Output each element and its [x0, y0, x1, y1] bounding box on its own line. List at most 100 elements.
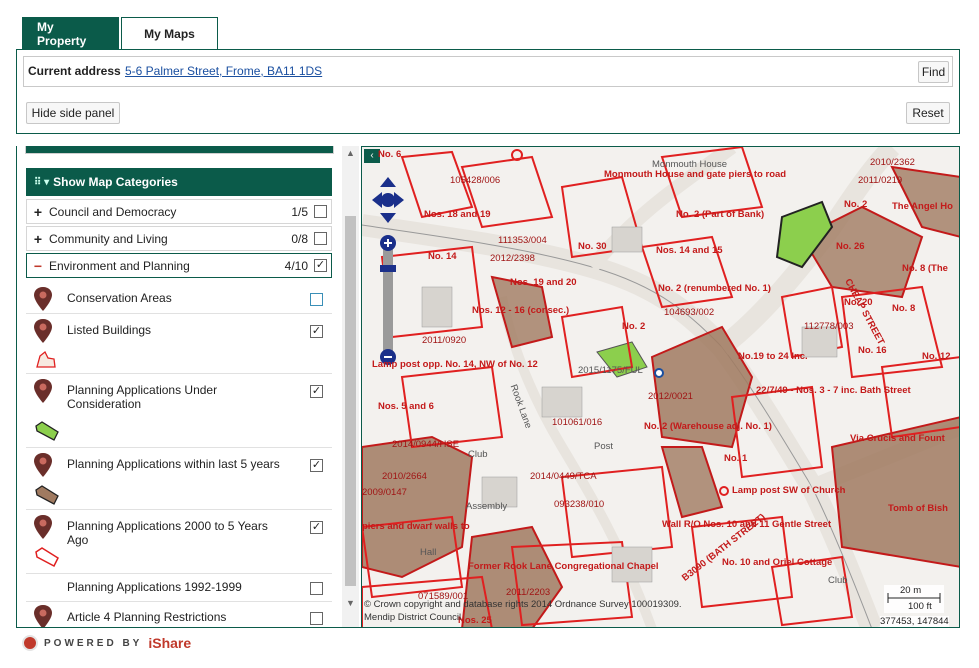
- map-label[interactable]: 111353/004: [498, 235, 547, 246]
- map-label[interactable]: 2012/2398: [490, 253, 535, 264]
- scroll-up-icon[interactable]: ▲: [345, 148, 356, 158]
- category-environment-planning[interactable]: − Environment and Planning 4/10 ✓: [26, 253, 332, 278]
- map-pin-icon: [34, 319, 52, 343]
- map-label[interactable]: 104693/002: [664, 307, 714, 318]
- map-pin-icon: [34, 287, 52, 311]
- layer-label: Planning Applications within last 5 year…: [67, 457, 280, 471]
- scroll-down-icon[interactable]: ▼: [345, 598, 356, 608]
- scale-metres: 20 m: [900, 585, 922, 596]
- map-label[interactable]: 101061/016: [552, 417, 602, 428]
- map-label[interactable]: 2009/0147: [362, 487, 407, 498]
- find-button[interactable]: Find: [918, 61, 949, 83]
- map-label[interactable]: 2011/2203: [506, 587, 550, 598]
- layer-checkbox[interactable]: [310, 582, 323, 595]
- map-label[interactable]: No. 12: [922, 351, 951, 362]
- map-label[interactable]: 22/7/49 - Nos. 3 - 7 inc. Bath Street: [756, 385, 911, 396]
- map-label[interactable]: No. 2 (renumbered No. 1): [658, 283, 771, 294]
- category-council-democracy[interactable]: + Council and Democracy 1/5: [26, 199, 332, 224]
- expand-icon: +: [33, 230, 43, 247]
- listed-building-swatch-icon: [36, 350, 56, 368]
- current-address-label: Current address: [28, 64, 121, 78]
- layer-checkbox[interactable]: [310, 293, 323, 306]
- map-label[interactable]: Tomb of Bish: [888, 503, 948, 514]
- map-label[interactable]: No. 2: [844, 199, 867, 210]
- map-label[interactable]: No. 14: [428, 251, 457, 262]
- map-label[interactable]: 093238/010: [554, 499, 604, 510]
- map-label[interactable]: 2014/0944/HSE: [392, 439, 459, 450]
- map-label[interactable]: No. 2: [622, 321, 645, 332]
- scroll-thumb[interactable]: [345, 216, 356, 586]
- layer-label: Planning Applications 2000 to 5 Years Ag…: [67, 519, 268, 547]
- map-label[interactable]: No. 8: [892, 303, 915, 314]
- map-label[interactable]: No. 1: [724, 453, 747, 464]
- ishare-brand[interactable]: iShare: [148, 635, 191, 651]
- map-label[interactable]: No. 2 (Part of Bank): [676, 209, 764, 220]
- layer-label: Planning Applications Under Consideratio…: [67, 383, 218, 411]
- map-label[interactable]: Via Crucis and Fount: [850, 433, 945, 444]
- show-map-categories-header[interactable]: ⠿ ▾ Show Map Categories: [26, 168, 332, 196]
- map-label[interactable]: No. 16: [858, 345, 887, 356]
- map-label[interactable]: No. 30: [578, 241, 607, 252]
- current-address-link[interactable]: 5-6 Palmer Street, Frome, BA11 1DS: [125, 64, 322, 78]
- category-checkbox[interactable]: [314, 232, 327, 245]
- map-council: Mendip District Council: [364, 612, 462, 623]
- map-label[interactable]: piers and dwarf walls to: [362, 521, 470, 532]
- map-label[interactable]: 2010/2362: [870, 157, 915, 168]
- map-label[interactable]: No.19 to 24 Inc.: [738, 351, 808, 362]
- map-label[interactable]: Former Rook Lane Congregational Chapel: [468, 561, 659, 572]
- footer: POWERED BY iShare: [22, 634, 191, 652]
- map-label[interactable]: Nos. 12 - 16 (consec.): [472, 305, 569, 316]
- map-label[interactable]: Nos. 14 and 15: [656, 245, 723, 256]
- map-label[interactable]: The Angel Ho: [892, 201, 953, 212]
- map-label[interactable]: 112778/003: [804, 321, 854, 332]
- map-label[interactable]: 2014/0449/TCA: [530, 471, 597, 482]
- layer-checkbox[interactable]: ✓: [310, 459, 323, 472]
- tab-bar: My Property My Maps: [22, 17, 218, 50]
- map-viewport[interactable]: ‹ No. 6 Monmouth House Monmouth House an…: [361, 146, 960, 628]
- map-label[interactable]: No. 8 (The: [902, 263, 948, 274]
- layer-checkbox[interactable]: ✓: [310, 385, 323, 398]
- map-label[interactable]: 2011/0219: [858, 175, 902, 186]
- map-label[interactable]: 2010/2664: [382, 471, 427, 482]
- map-label[interactable]: Nos. 19 and 20: [510, 277, 577, 288]
- category-count: 0/8: [291, 231, 308, 246]
- map-label[interactable]: Lamp post opp. No. 14, NW of No. 12: [372, 359, 538, 370]
- map-label[interactable]: Monmouth House and gate piers to road: [604, 169, 786, 180]
- map-label[interactable]: 2015/1175/FUL: [578, 365, 643, 376]
- grip-icon: ⠿ ▾: [34, 176, 50, 188]
- map-label[interactable]: Nos. 25: [458, 615, 492, 626]
- hide-side-panel-button[interactable]: Hide side panel: [26, 102, 120, 124]
- map-pin-icon: [34, 515, 52, 539]
- category-count: 4/10: [284, 258, 308, 273]
- layer-checkbox[interactable]: [310, 612, 323, 625]
- tab-my-property[interactable]: My Property: [22, 17, 119, 50]
- address-panel: Current address 5-6 Palmer Street, Frome…: [16, 49, 960, 134]
- layer-checkbox[interactable]: ✓: [310, 325, 323, 338]
- reset-button[interactable]: Reset: [906, 102, 950, 124]
- layer-label: Planning Applications 1992-1999: [67, 580, 242, 594]
- map-label: Post: [594, 441, 614, 452]
- map-label[interactable]: 105428/006: [450, 175, 500, 186]
- category-community-living[interactable]: + Community and Living 0/8: [26, 226, 332, 251]
- panel-top-bar: [25, 146, 334, 154]
- layer-checkbox[interactable]: ✓: [310, 521, 323, 534]
- map-label[interactable]: No. 10 and Oriel Cottage: [722, 557, 832, 568]
- map-label[interactable]: No. 2 (Warehouse adj. No. 1): [644, 421, 772, 432]
- map-label[interactable]: Lamp post SW of Church: [732, 485, 845, 496]
- side-panel-scrollbar[interactable]: ▲ ▼: [342, 146, 359, 627]
- zoom-slider[interactable]: [379, 235, 397, 365]
- map-label[interactable]: Nos. 5 and 6: [378, 401, 434, 412]
- map-label[interactable]: Nos. 18 and 19: [424, 209, 491, 220]
- tab-my-maps[interactable]: My Maps: [121, 17, 218, 50]
- map-label: No. 6: [378, 149, 402, 160]
- layer-label: Listed Buildings: [67, 323, 152, 337]
- map-label[interactable]: 2012/0021: [648, 391, 693, 402]
- map-label[interactable]: 2011/0920: [422, 335, 466, 346]
- pan-control-icon[interactable]: [370, 175, 406, 225]
- category-checkbox[interactable]: ✓: [314, 259, 327, 272]
- category-checkbox[interactable]: [314, 205, 327, 218]
- map-label: Assembly: [466, 501, 508, 512]
- scale-bar: 20 m 100 ft: [884, 585, 944, 613]
- layer-last-5-years: Planning Applications within last 5 year…: [26, 448, 332, 510]
- map-label[interactable]: No. 26: [836, 241, 865, 252]
